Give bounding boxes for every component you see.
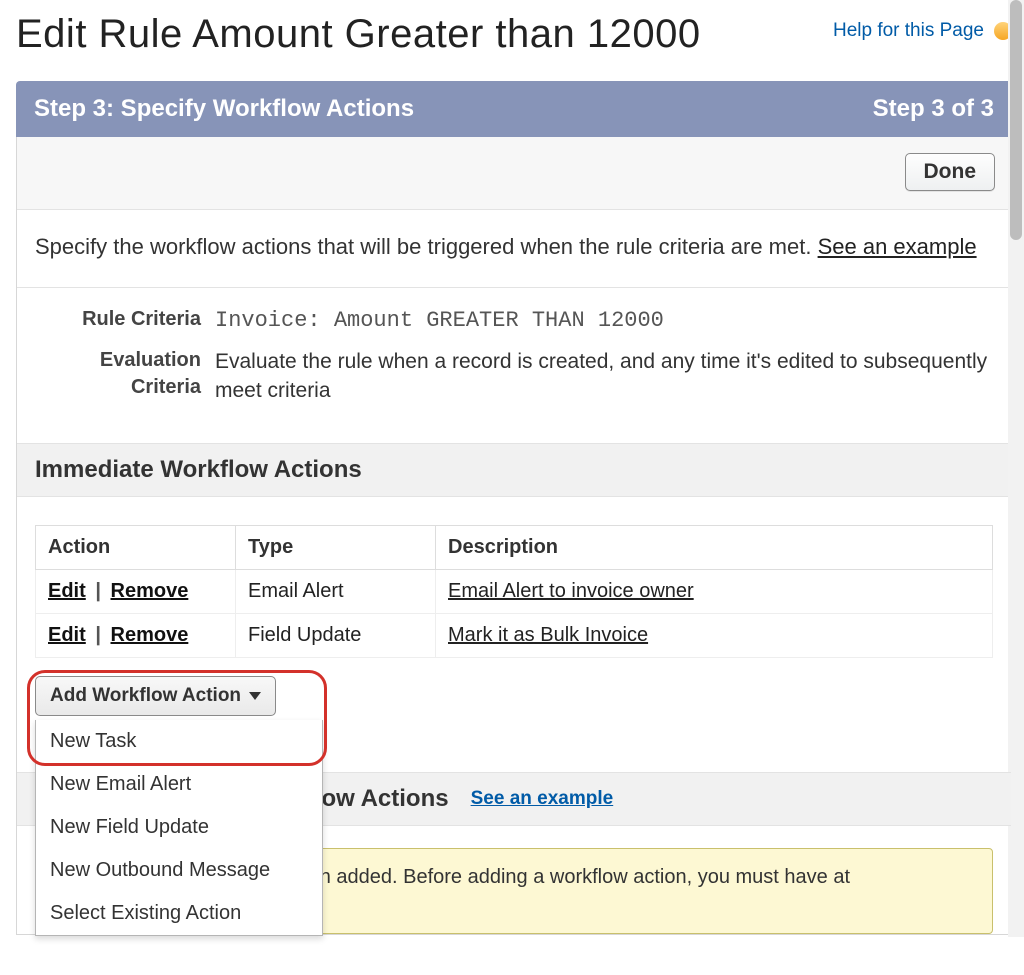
help-for-this-page-link[interactable]: Help for this Page <box>833 20 1012 42</box>
instruction-text: Specify the workflow actions that will b… <box>17 210 1011 288</box>
col-action: Action <box>36 526 236 570</box>
page-title: Edit Rule Amount Greater than 12000 <box>16 12 701 57</box>
menu-item-new-email-alert[interactable]: New Email Alert <box>36 763 322 806</box>
rule-criteria-value: Invoice: Amount GREATER THAN 12000 <box>215 306 993 337</box>
col-type: Type <box>236 526 436 570</box>
edit-link[interactable]: Edit <box>48 624 86 646</box>
add-workflow-action-menu: New Task New Email Alert New Field Updat… <box>35 720 323 936</box>
add-workflow-action-button[interactable]: Add Workflow Action <box>35 676 276 716</box>
instruction-body: Specify the workflow actions that will b… <box>35 234 818 259</box>
evaluation-criteria-label: Evaluation Criteria <box>35 347 215 406</box>
remove-link[interactable]: Remove <box>111 624 189 646</box>
see-an-example-link[interactable]: See an example <box>818 234 977 259</box>
chevron-down-icon <box>249 692 261 700</box>
table-row: Edit | Remove Field Update Mark it as Bu… <box>36 614 993 658</box>
remove-link[interactable]: Remove <box>111 580 189 602</box>
step-bar-counter: Step 3 of 3 <box>873 95 994 123</box>
menu-item-new-field-update[interactable]: New Field Update <box>36 806 322 849</box>
menu-item-select-existing-action[interactable]: Select Existing Action <box>36 892 322 935</box>
add-workflow-action-label: Add Workflow Action <box>50 685 241 707</box>
step-bar-title: Step 3: Specify Workflow Actions <box>34 95 414 123</box>
scrollbar-thumb[interactable] <box>1010 0 1022 240</box>
row-description-link[interactable]: Email Alert to invoice owner <box>448 580 694 602</box>
see-an-example-link-2[interactable]: See an example <box>471 788 614 810</box>
row-description-link[interactable]: Mark it as Bulk Invoice <box>448 624 648 646</box>
evaluation-criteria-value: Evaluate the rule when a record is creat… <box>215 347 993 406</box>
immediate-actions-table: Action Type Description Edit | Remove Em… <box>35 525 993 658</box>
time-dependent-heading-text: ow Actions <box>321 785 448 813</box>
table-row: Edit | Remove Email Alert Email Alert to… <box>36 570 993 614</box>
col-description: Description <box>436 526 993 570</box>
help-link-text: Help for this Page <box>833 20 984 42</box>
menu-item-new-task[interactable]: New Task <box>36 720 322 763</box>
row-type: Field Update <box>236 614 436 658</box>
row-type: Email Alert <box>236 570 436 614</box>
step-bar: Step 3: Specify Workflow Actions Step 3 … <box>16 81 1012 137</box>
action-separator: | <box>91 624 105 646</box>
edit-link[interactable]: Edit <box>48 580 86 602</box>
action-separator: | <box>91 580 105 602</box>
rule-criteria-label: Rule Criteria <box>35 306 215 337</box>
immediate-workflow-actions-heading: Immediate Workflow Actions <box>17 444 1011 497</box>
menu-item-new-outbound-message[interactable]: New Outbound Message <box>36 849 322 892</box>
done-button[interactable]: Done <box>905 153 996 191</box>
